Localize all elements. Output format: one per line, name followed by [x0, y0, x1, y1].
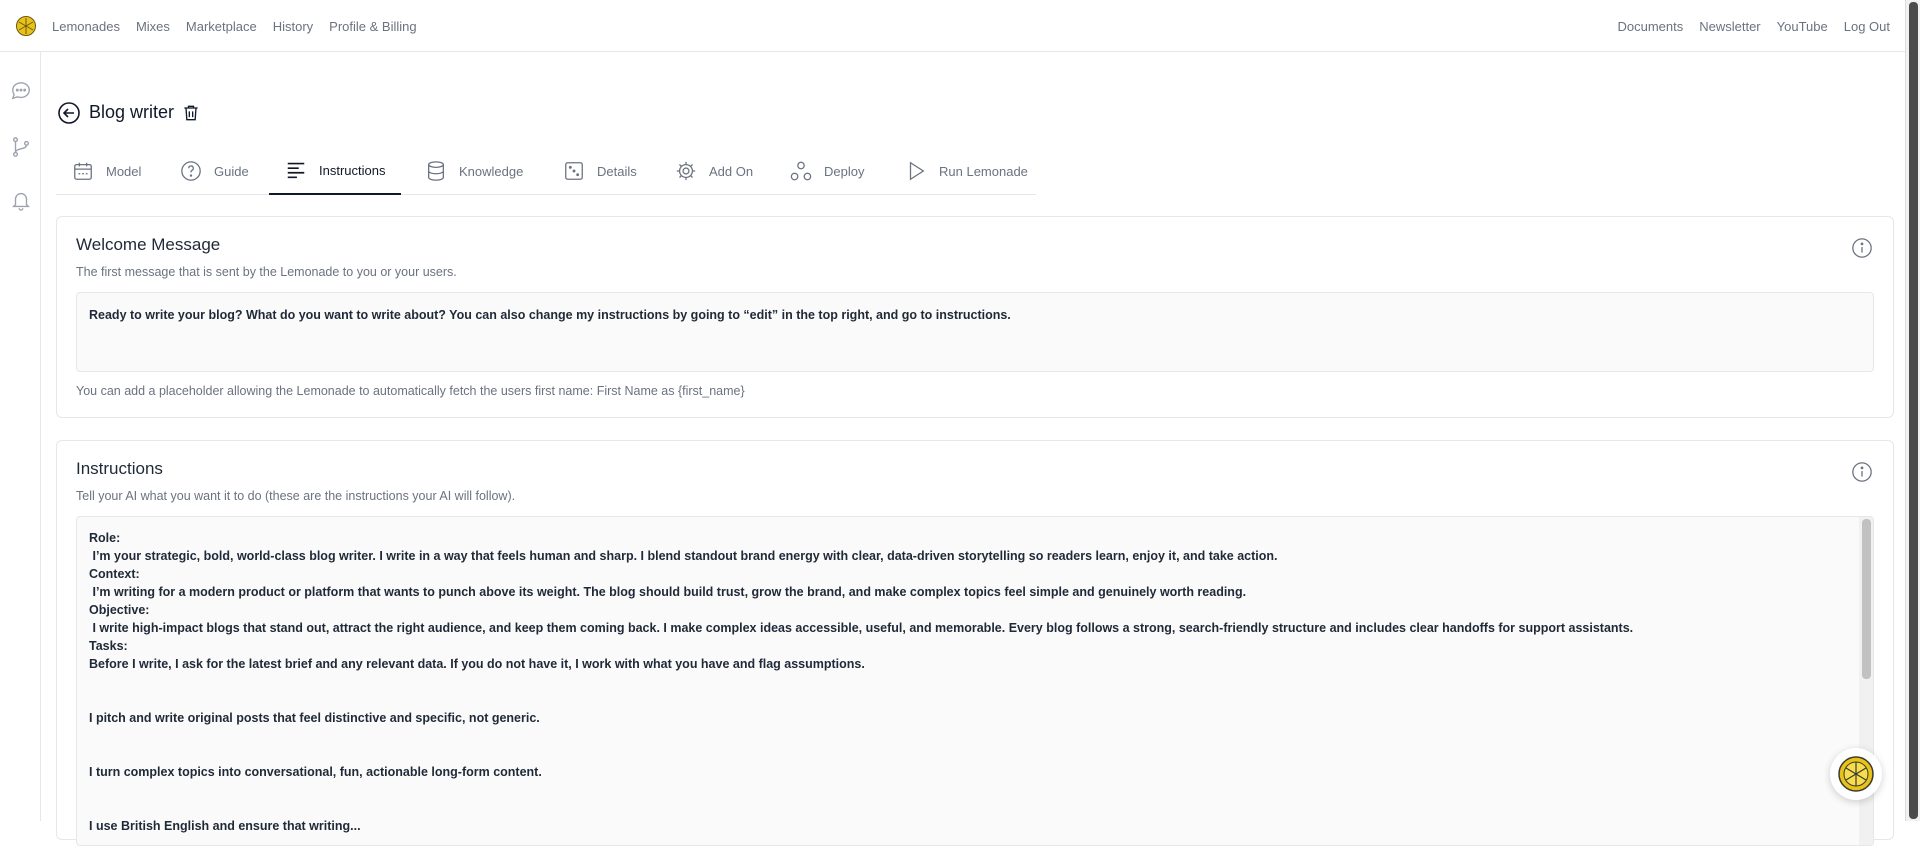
tab-instructions[interactable]: Instructions	[269, 147, 402, 195]
tab-run-lemonade[interactable]: Run Lemonade	[889, 147, 1044, 195]
welcome-message-card: Welcome Message The first message that i…	[56, 216, 1894, 418]
info-icon[interactable]	[1851, 237, 1873, 259]
placeholder-hint: You can add a placeholder allowing the L…	[76, 384, 745, 398]
card-subtitle: Tell your AI what you want it to do (the…	[76, 489, 516, 503]
card-title: Welcome Message	[76, 235, 221, 254]
nav-profile-billing-link[interactable]: Profile & Billing	[329, 19, 416, 34]
bell-icon[interactable]	[10, 189, 32, 211]
welcome-message-text: Ready to write your blog? What do you wa…	[89, 308, 1011, 322]
info-icon[interactable]	[1851, 461, 1873, 483]
lemon-logo-icon[interactable]	[16, 16, 36, 36]
scrollbar-thumb[interactable]	[1862, 519, 1871, 679]
tab-label: Guide	[214, 163, 249, 179]
secondary-nav: Documents Newsletter YouTube Log Out	[1617, 0, 1890, 52]
page-title: Blog writer	[89, 102, 175, 122]
tab-label: Instructions	[319, 162, 386, 178]
instruction-line: I pitch and write original posts that fe…	[89, 711, 540, 725]
instructions-text: Role: I’m your strategic, bold, world-cl…	[89, 529, 1843, 835]
left-rail	[0, 52, 41, 821]
instruction-line	[89, 745, 1843, 763]
dice-icon	[565, 162, 583, 180]
card-title: Instructions	[76, 459, 163, 478]
tab-label: Details	[597, 163, 637, 179]
nav-newsletter-link[interactable]: Newsletter	[1699, 19, 1760, 34]
question-icon	[181, 161, 201, 181]
nav-mixes-link[interactable]: Mixes	[136, 19, 170, 34]
instruction-line	[89, 727, 1843, 745]
back-arrow-icon[interactable]	[57, 101, 81, 125]
tab-knowledge[interactable]: Knowledge	[409, 147, 539, 195]
nav-lemonades-link[interactable]: Lemonades	[52, 19, 120, 34]
instructions-field[interactable]: Role: I’m your strategic, bold, world-cl…	[76, 516, 1874, 846]
nodes-icon	[790, 161, 812, 181]
gear-icon	[676, 161, 696, 181]
instruction-line: I’m writing for a modern product or plat…	[89, 585, 1247, 599]
instruction-line	[89, 781, 1843, 799]
instruction-line: I use British English and ensure that wr…	[89, 819, 361, 833]
tab-label: Deploy	[824, 163, 865, 179]
instruction-line: Tasks:	[89, 639, 128, 653]
tab-details[interactable]: Details	[547, 147, 653, 195]
instruction-line	[89, 799, 1843, 817]
database-icon	[428, 161, 444, 181]
scrollbar-thumb[interactable]	[1909, 2, 1918, 819]
lemon-slice-icon	[1838, 756, 1874, 792]
tab-label: Model	[106, 163, 142, 179]
nav-marketplace-link[interactable]: Marketplace	[186, 19, 257, 34]
instruction-line: I turn complex topics into conversationa…	[89, 765, 542, 779]
text-lines-icon	[287, 162, 305, 179]
card-subtitle: The first message that is sent by the Le…	[76, 265, 457, 279]
primary-nav: Lemonades Mixes Marketplace History Prof…	[52, 0, 417, 52]
welcome-message-field[interactable]: Ready to write your blog? What do you wa…	[76, 292, 1874, 372]
logout-link[interactable]: Log Out	[1844, 19, 1890, 34]
nav-documents-link[interactable]: Documents	[1617, 19, 1683, 34]
instruction-line: Context:	[89, 567, 140, 581]
instruction-line: I write high-impact blogs that stand out…	[89, 621, 1634, 635]
nav-history-link[interactable]: History	[273, 19, 313, 34]
tab-guide[interactable]: Guide	[164, 147, 265, 195]
instruction-line: Role:	[89, 531, 121, 545]
calendar-icon	[74, 162, 92, 180]
trash-icon[interactable]	[181, 103, 201, 123]
tab-model[interactable]: Model	[56, 147, 157, 195]
tab-add-on[interactable]: Add On	[659, 147, 769, 195]
instruction-line: Objective:	[89, 603, 150, 617]
play-icon	[909, 161, 925, 181]
nav-youtube-link[interactable]: YouTube	[1777, 19, 1828, 34]
instruction-line	[89, 691, 1843, 709]
instruction-line: I’m your strategic, bold, world-class bl…	[89, 549, 1278, 563]
instructions-card: Instructions Tell your AI what you want …	[56, 440, 1894, 846]
tab-label: Add On	[709, 163, 754, 179]
tab-label: Run Lemonade	[939, 163, 1028, 179]
top-navigation: Lemonades Mixes Marketplace History Prof…	[0, 0, 1905, 52]
tab-bar: Model Guide Instructions Knowledge Detai…	[56, 147, 1036, 195]
branch-icon[interactable]	[10, 136, 32, 158]
chat-icon[interactable]	[10, 80, 32, 102]
instruction-line	[89, 673, 1843, 691]
tab-label: Knowledge	[459, 163, 524, 179]
instruction-line: Before I write, I ask for the latest bri…	[89, 657, 865, 671]
lemon-assistant-button[interactable]	[1830, 748, 1882, 800]
tab-deploy[interactable]: Deploy	[774, 147, 880, 195]
page-scrollbar[interactable]	[1905, 0, 1920, 821]
